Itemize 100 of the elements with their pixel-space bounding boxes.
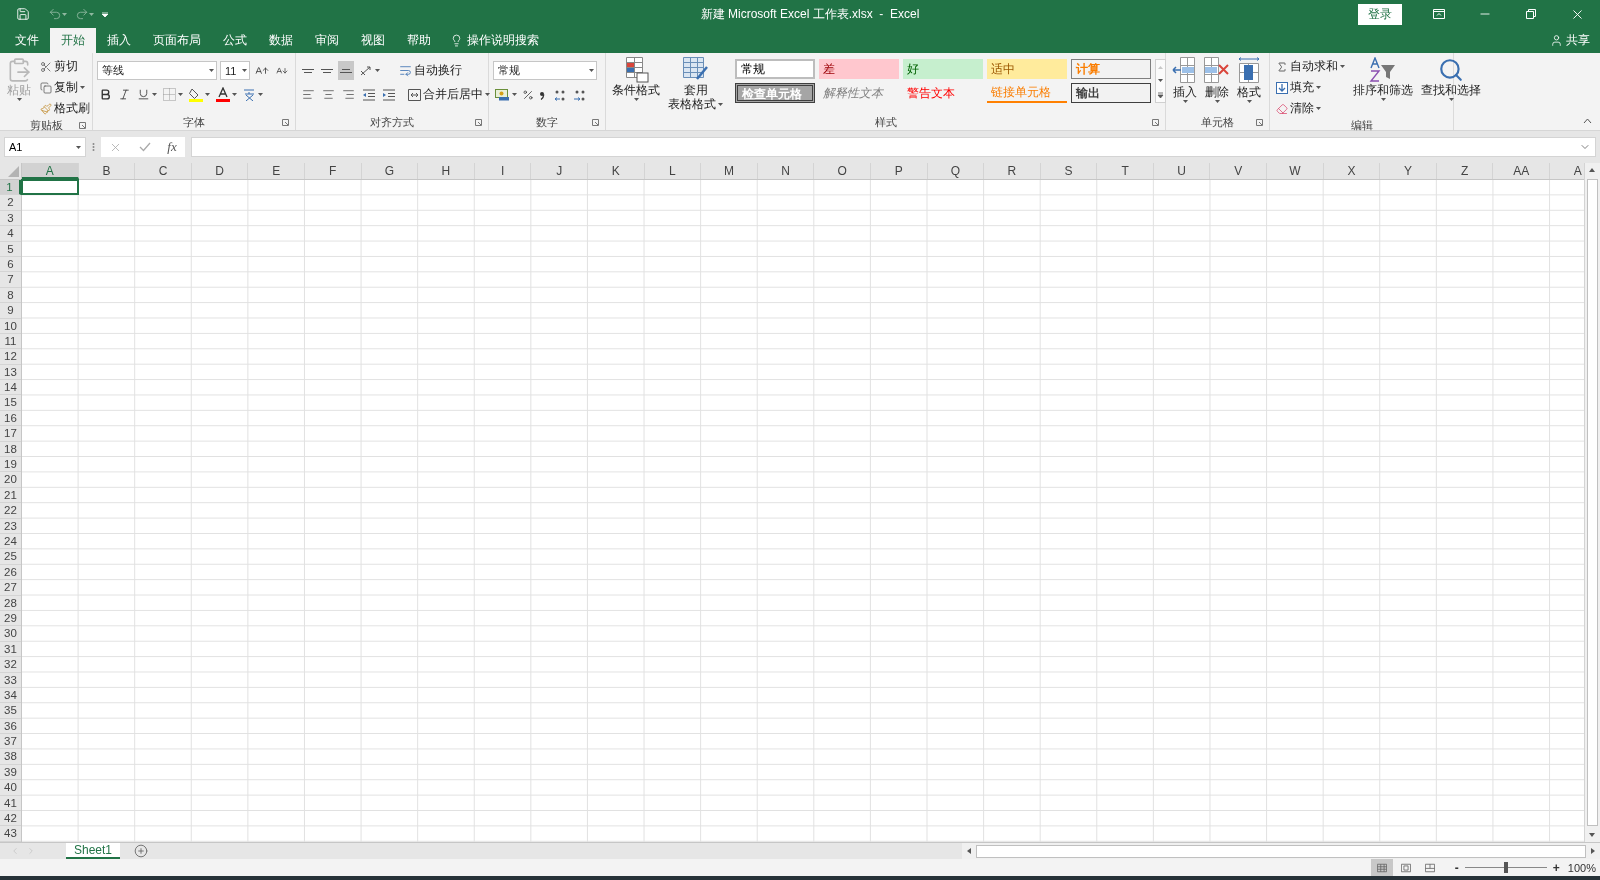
column-header[interactable]: C bbox=[135, 163, 192, 179]
zoom-out-button[interactable]: - bbox=[1450, 860, 1463, 875]
row-number[interactable]: 42 bbox=[0, 811, 21, 827]
row-number[interactable]: 4 bbox=[0, 226, 21, 242]
dialog-launcher-icon[interactable] bbox=[592, 119, 599, 126]
font-name-select[interactable]: 等线 bbox=[97, 61, 217, 80]
column-header[interactable]: Y bbox=[1380, 163, 1437, 179]
column-header[interactable]: B bbox=[78, 163, 136, 179]
row-number[interactable]: 5 bbox=[0, 241, 21, 257]
cell-style[interactable]: 解释性文本 bbox=[819, 83, 899, 103]
dialog-launcher-icon[interactable] bbox=[1152, 119, 1159, 126]
row-number[interactable]: 35 bbox=[0, 703, 21, 719]
scrollbar-thumb[interactable] bbox=[1587, 179, 1598, 826]
dialog-launcher-icon[interactable] bbox=[475, 119, 482, 126]
dialog-launcher-icon[interactable] bbox=[79, 122, 86, 129]
row-number[interactable]: 9 bbox=[0, 303, 21, 319]
column-header[interactable]: L bbox=[644, 163, 702, 179]
insert-cells-button[interactable]: 插入 bbox=[1170, 57, 1200, 114]
cell-style[interactable]: 输出 bbox=[1071, 83, 1151, 103]
row-number[interactable]: 7 bbox=[0, 272, 21, 288]
ribbon-tab[interactable]: 公式 bbox=[212, 28, 258, 53]
sort-filter-button[interactable]: 排序和筛选 bbox=[1351, 57, 1415, 118]
formula-input[interactable] bbox=[191, 137, 1596, 157]
column-header[interactable]: Q bbox=[927, 163, 985, 179]
row-number[interactable]: 1 bbox=[0, 180, 21, 196]
row-number[interactable]: 18 bbox=[0, 441, 21, 458]
column-header[interactable]: K bbox=[587, 163, 645, 179]
row-number[interactable]: 6 bbox=[0, 256, 21, 273]
row-number[interactable]: 24 bbox=[0, 534, 21, 550]
column-header[interactable]: O bbox=[814, 163, 871, 179]
row-number[interactable]: 41 bbox=[0, 795, 21, 811]
row-number[interactable]: 23 bbox=[0, 518, 21, 534]
row-number[interactable]: 8 bbox=[0, 287, 21, 304]
row-number[interactable]: 26 bbox=[0, 564, 21, 581]
column-header[interactable]: V bbox=[1210, 163, 1268, 179]
column-header[interactable]: I bbox=[474, 163, 532, 179]
row-number[interactable]: 40 bbox=[0, 780, 21, 796]
insert-function-button[interactable]: fx bbox=[167, 139, 177, 155]
column-header[interactable]: A bbox=[22, 163, 79, 179]
format-as-table-button[interactable]: 套用 表格格式 bbox=[666, 57, 725, 114]
column-header[interactable]: N bbox=[757, 163, 815, 179]
autosum-button[interactable]: 自动求和 bbox=[1274, 57, 1347, 76]
row-number[interactable]: 31 bbox=[0, 641, 21, 658]
column-header[interactable]: J bbox=[531, 163, 588, 179]
ribbon-tab[interactable]: 开始 bbox=[50, 28, 96, 53]
number-format-select[interactable]: 常规 bbox=[493, 61, 597, 80]
cell-grid[interactable] bbox=[22, 180, 1584, 842]
column-header[interactable]: R bbox=[984, 163, 1041, 179]
ribbon-tab[interactable]: 插入 bbox=[96, 28, 142, 53]
cell-style[interactable]: 警告文本 bbox=[903, 83, 983, 103]
row-number[interactable]: 20 bbox=[0, 472, 21, 488]
column-header[interactable]: H bbox=[418, 163, 475, 179]
cell-style[interactable]: 适中 bbox=[987, 59, 1067, 79]
zoom-in-button[interactable]: + bbox=[1548, 860, 1564, 875]
ribbon-tab[interactable]: 帮助 bbox=[396, 28, 442, 53]
ribbon-tab[interactable]: 文件 bbox=[4, 28, 50, 53]
column-header[interactable]: T bbox=[1097, 163, 1154, 179]
column-header[interactable]: D bbox=[191, 163, 249, 179]
row-number[interactable]: 16 bbox=[0, 410, 21, 427]
name-box[interactable]: A1 bbox=[4, 137, 86, 157]
row-number[interactable]: 22 bbox=[0, 503, 21, 519]
wrap-text-button[interactable]: 自动换行 bbox=[397, 61, 464, 80]
ribbon-tab[interactable]: 审阅 bbox=[304, 28, 350, 53]
ribbon-tab[interactable]: 视图 bbox=[350, 28, 396, 53]
view-button[interactable] bbox=[1370, 859, 1393, 876]
fill-button[interactable]: 填充 bbox=[1274, 78, 1347, 97]
row-number[interactable]: 30 bbox=[0, 626, 21, 642]
zoom-thumb[interactable] bbox=[1503, 862, 1508, 873]
scrollbar-thumb[interactable] bbox=[976, 844, 1586, 858]
row-number[interactable]: 27 bbox=[0, 580, 21, 596]
cell-style[interactable]: 常规 bbox=[735, 59, 815, 79]
row-number[interactable]: 15 bbox=[0, 395, 21, 411]
row-number[interactable]: 29 bbox=[0, 610, 21, 627]
row-number[interactable]: 2 bbox=[0, 195, 21, 211]
copy-button[interactable]: 复制 bbox=[38, 78, 92, 97]
merge-center-button[interactable]: 合并后居中 bbox=[406, 85, 492, 104]
dialog-launcher-icon[interactable] bbox=[282, 119, 289, 126]
conditional-format-button[interactable]: 条件格式 bbox=[610, 57, 662, 114]
row-number[interactable]: 36 bbox=[0, 718, 21, 735]
ribbon-tab[interactable]: 页面布局 bbox=[142, 28, 212, 53]
column-header[interactable]: W bbox=[1267, 163, 1324, 179]
column-header[interactable]: E bbox=[248, 163, 305, 179]
font-size-select[interactable]: 11 bbox=[220, 61, 250, 80]
column-header[interactable]: M bbox=[701, 163, 758, 179]
clear-button[interactable]: 清除 bbox=[1274, 99, 1347, 118]
cell-style[interactable]: 好 bbox=[903, 59, 983, 79]
column-header[interactable]: U bbox=[1153, 163, 1211, 179]
row-number[interactable]: 17 bbox=[0, 426, 21, 442]
font-color-button[interactable] bbox=[214, 85, 239, 104]
tell-me-search[interactable]: 操作说明搜索 bbox=[442, 28, 547, 53]
find-select-button[interactable]: 查找和选择 bbox=[1419, 57, 1483, 118]
column-header[interactable]: Z bbox=[1436, 163, 1494, 179]
row-number[interactable]: 37 bbox=[0, 734, 21, 750]
column-header[interactable]: AA bbox=[1493, 163, 1551, 179]
column-header[interactable]: S bbox=[1040, 163, 1098, 179]
row-number[interactable]: 32 bbox=[0, 657, 21, 673]
column-header[interactable]: P bbox=[870, 163, 928, 179]
column-header[interactable]: X bbox=[1323, 163, 1381, 179]
row-number[interactable]: 34 bbox=[0, 687, 21, 704]
row-number[interactable]: 39 bbox=[0, 764, 21, 781]
